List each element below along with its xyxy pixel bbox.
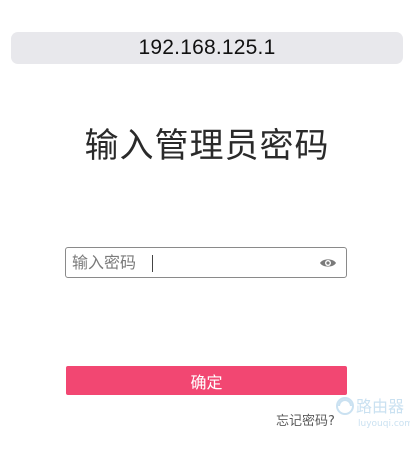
router-login-page: 192.168.125.1 输入管理员密码 确定 忘记密码? 路由器 luyou… — [0, 0, 414, 457]
watermark-logo: 路由器 luyouqi.com — [336, 397, 410, 429]
forgot-password-link[interactable]: 忘记密码? — [276, 410, 335, 429]
password-input[interactable] — [66, 248, 319, 277]
watermark-text-en: luyouqi.com — [358, 419, 410, 429]
page-title: 输入管理员密码 — [84, 126, 330, 166]
address-bar[interactable]: 192.168.125.1 — [11, 32, 403, 64]
watermark-text-cn: 路由器 — [356, 397, 404, 416]
confirm-button[interactable]: 确定 — [66, 366, 347, 395]
text-caret — [152, 255, 153, 272]
address-url: 192.168.125.1 — [138, 36, 276, 59]
password-field[interactable] — [65, 247, 347, 278]
eye-icon[interactable] — [319, 257, 337, 269]
eye-icon-glyph — [320, 258, 336, 267]
